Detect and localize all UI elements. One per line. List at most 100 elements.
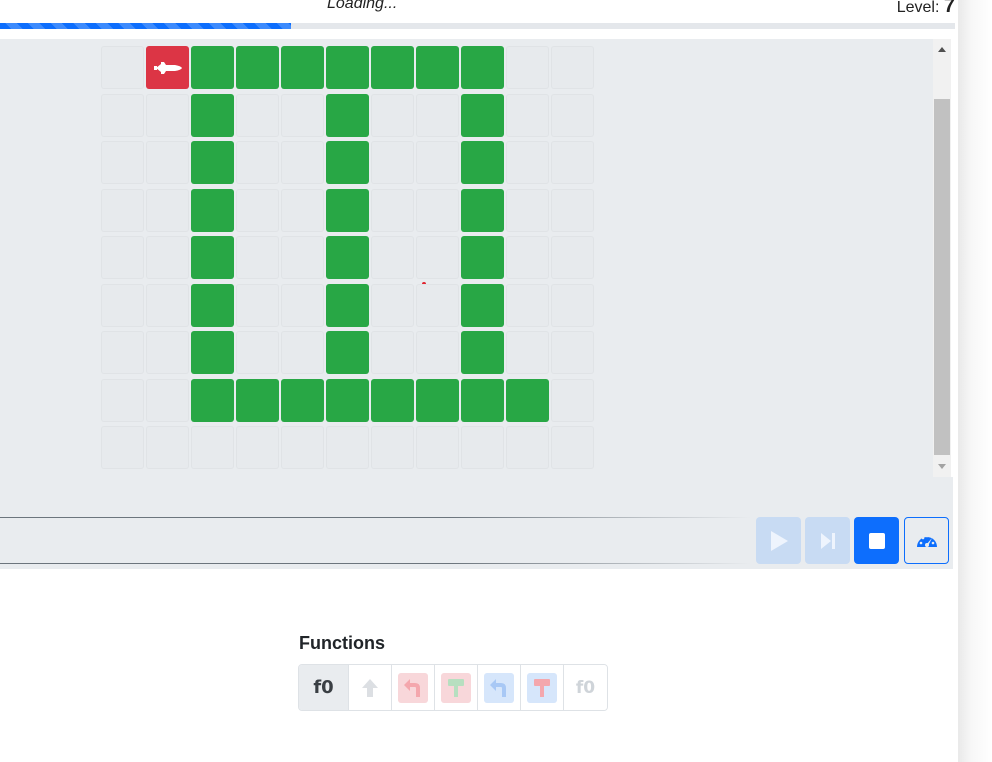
progress-bar [0,23,955,29]
empty-cell [416,236,459,279]
empty-cell [416,331,459,374]
empty-cell [551,426,594,469]
empty-cell [146,188,189,232]
green-cell [461,46,504,89]
empty-cell [371,93,414,137]
green-cell [191,331,234,374]
empty-cell [236,188,279,232]
paint-brush-icon [534,678,550,697]
scroll-thumb[interactable] [934,99,950,455]
empty-cell [281,236,324,279]
green-cell [326,188,369,232]
green-cell [461,236,504,279]
green-cell [326,378,369,422]
green-cell [281,46,324,89]
empty-cell [506,283,549,327]
empty-cell [236,141,279,184]
empty-cell [236,93,279,137]
scroll-down-arrow-icon[interactable] [938,464,946,469]
controls-panel [0,477,953,569]
empty-cell [101,236,144,279]
play-button[interactable] [756,517,801,564]
green-cell [236,46,279,89]
green-cell [371,378,414,422]
call-f0-label: f0 [575,677,596,698]
page-edge-shadow [958,0,992,762]
level-value: 7 [943,0,955,17]
empty-cell [101,378,144,422]
empty-cell [506,236,549,279]
function-name-f0[interactable]: f0 [299,665,349,710]
board-scrollbar[interactable] [933,39,951,477]
empty-cell [281,283,324,327]
empty-cell [416,93,459,137]
space-shuttle-icon [153,61,182,74]
empty-cell [506,188,549,232]
empty-cell [506,93,549,137]
green-cell [371,46,414,89]
level-label: Level: [896,0,940,16]
empty-cell [146,236,189,279]
progress-fill [0,23,292,29]
empty-cell [101,141,144,184]
empty-cell [371,236,414,279]
speedometer-icon [916,534,937,547]
empty-cell [371,426,414,469]
turn-left-icon [404,678,420,697]
function-f0-row: f0 f0 [298,664,608,711]
empty-cell [101,188,144,232]
empty-cell [551,188,594,232]
empty-cell [416,283,459,327]
green-cell [416,46,459,89]
functions-heading: Functions [299,633,385,653]
loading-text: Loading... [327,0,398,12]
empty-cell [191,426,234,469]
empty-cell [146,93,189,137]
empty-cell [281,331,324,374]
empty-cell [236,331,279,374]
step-forward-icon [820,532,835,549]
empty-cell [101,283,144,327]
slot-paint-blue[interactable] [521,665,564,710]
green-cell [191,236,234,279]
slot-forward[interactable] [349,665,392,710]
green-cell [506,378,549,422]
empty-cell [101,93,144,137]
step-button[interactable] [805,517,850,564]
empty-cell [506,46,549,89]
empty-cell [146,426,189,469]
green-cell [461,331,504,374]
red-tile [441,672,471,703]
green-cell [326,46,369,89]
empty-cell [236,236,279,279]
empty-cell [326,426,369,469]
green-cell [191,93,234,137]
level-indicator: Level: 7 [897,0,955,18]
empty-cell [461,426,504,469]
empty-cell [416,188,459,232]
green-cell [461,283,504,327]
red-tile [398,672,428,703]
empty-cell [281,188,324,232]
arrow-up-icon [362,678,378,697]
empty-cell [371,188,414,232]
speed-button[interactable] [904,517,949,564]
slot-paint-red[interactable] [435,665,478,710]
scroll-up-arrow-icon[interactable] [938,47,946,52]
empty-cell [236,426,279,469]
empty-cell [101,331,144,374]
empty-cell [506,426,549,469]
empty-cell [101,426,144,469]
empty-cell [551,46,594,89]
slot-turn-left-red[interactable] [392,665,435,710]
green-cell [326,93,369,137]
blue-tile [484,672,514,703]
paint-brush-icon [448,678,464,697]
stop-button[interactable] [854,517,899,564]
green-cell [326,141,369,184]
empty-cell [551,93,594,137]
status-bar: Loading... Level: 7 [0,0,955,24]
slot-call-f0[interactable]: f0 [564,665,607,710]
green-cell [191,46,234,89]
slot-turn-left-blue[interactable] [478,665,521,710]
